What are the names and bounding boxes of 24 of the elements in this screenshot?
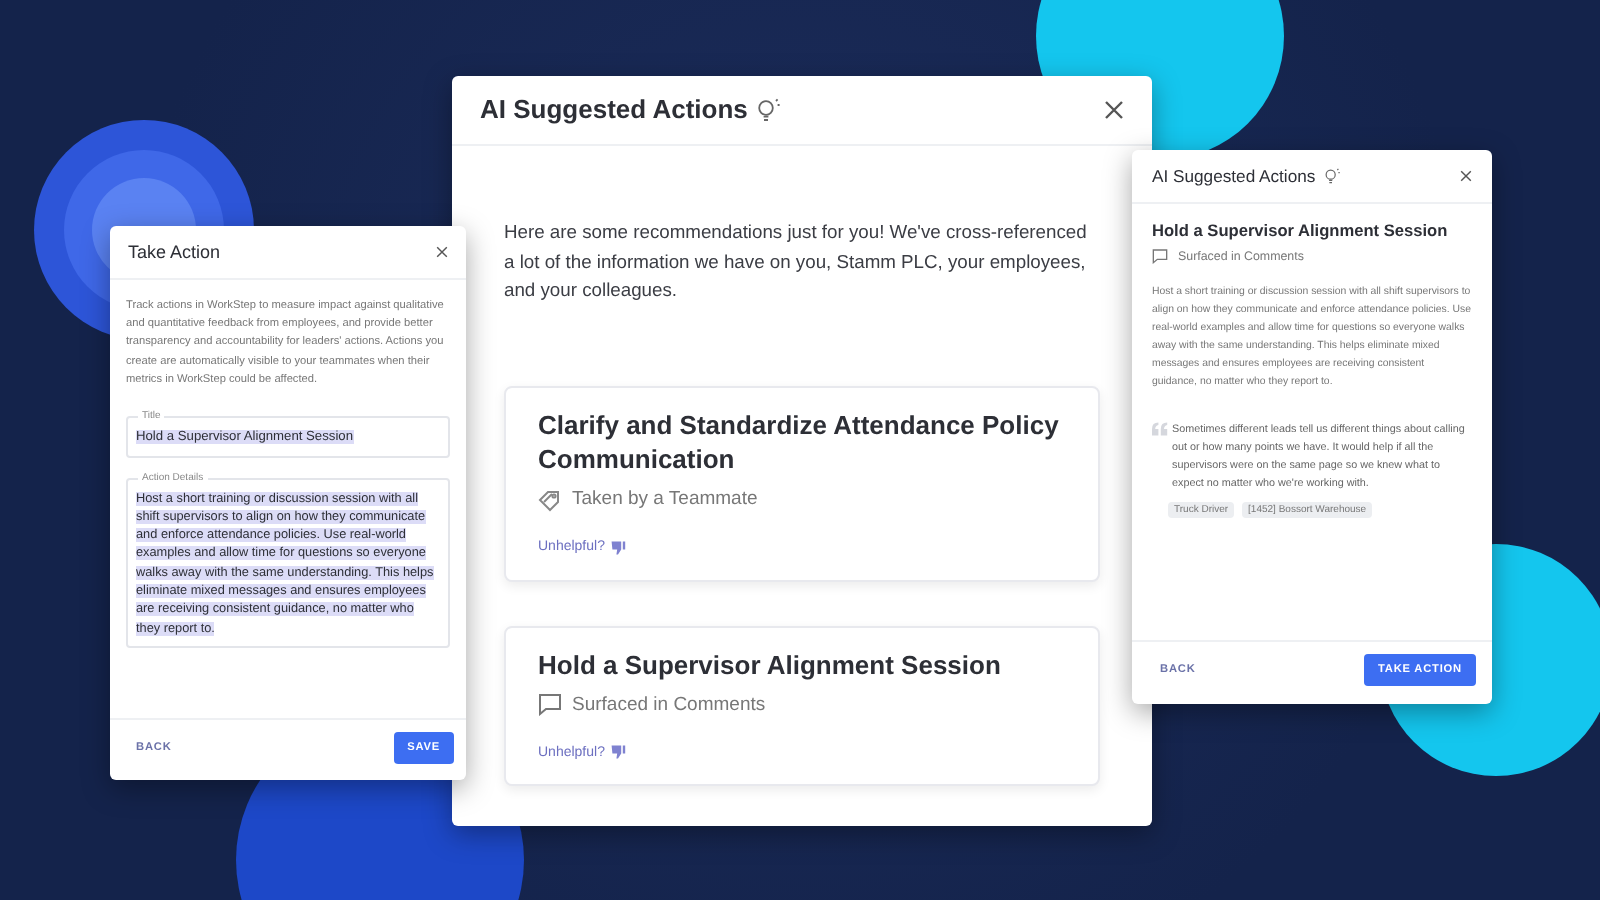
dialog-title: AI Suggested Actions (1152, 166, 1316, 186)
thumbs-down-icon (610, 744, 627, 761)
lightbulb-icon (755, 97, 780, 121)
suggestion-title: Hold a Supervisor Alignment Session (538, 649, 1003, 683)
action-heading: Hold a Supervisor Alignment Session (1152, 220, 1450, 240)
close-icon (1104, 99, 1124, 119)
comment-icon (1152, 248, 1168, 264)
suggestion-title: Clarify and Standardize Attendance Policy Communication (538, 409, 1061, 478)
dialog-title: AI Suggested Actions (480, 94, 748, 124)
close-button[interactable] (1460, 170, 1472, 182)
close-icon (1460, 170, 1472, 182)
thumbs-down-icon (610, 539, 627, 556)
tag-icon (538, 487, 562, 512)
close-button[interactable] (1104, 99, 1124, 119)
dialog-title: Take Action (128, 242, 221, 262)
intro-text: Here are some recommendations just for you! We've cross-referenced a lot of the information we have on you, Stamm PLC, your employees, and your colleagues. (504, 218, 1089, 305)
comment-icon (538, 692, 562, 717)
source-label: Taken by a Teammate (572, 488, 758, 511)
close-icon (436, 246, 448, 258)
details-field[interactable] (126, 477, 450, 648)
quote-icon (1152, 421, 1168, 436)
close-button[interactable] (436, 246, 448, 258)
lightbulb-icon (1323, 168, 1340, 184)
source-label: Surfaced in Comments (572, 693, 766, 716)
